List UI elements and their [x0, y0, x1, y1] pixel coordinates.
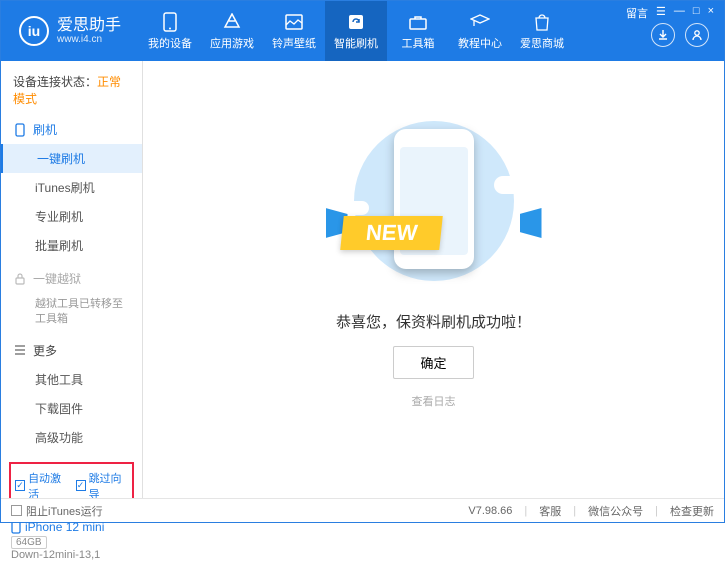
- new-badge: NEW: [340, 216, 443, 250]
- block-itunes-label: 阻止iTunes运行: [26, 503, 103, 519]
- customer-service-link[interactable]: 客服: [539, 503, 561, 519]
- content-area: NEW 恭喜您，保资料刷机成功啦！ 确定 查看日志: [143, 61, 724, 499]
- tutorial-icon: [470, 12, 490, 32]
- header-action-buttons: [651, 23, 709, 47]
- pin-button[interactable]: ☰: [656, 5, 666, 21]
- jailbreak-head[interactable]: 一键越狱: [1, 264, 142, 293]
- nav-tutorial[interactable]: 教程中心: [449, 1, 511, 61]
- success-illustration: NEW: [344, 111, 524, 291]
- jailbreak-note: 越狱工具已转移至工具箱: [1, 293, 142, 332]
- sidebar-item-download-firmware[interactable]: 下载固件: [1, 394, 142, 423]
- auto-activate-label: 自动激活: [28, 470, 67, 502]
- nav-label: 我的设备: [148, 35, 192, 51]
- sidebar: 设备连接状态：正常模式 刷机 一键刷机 iTunes刷机 专业刷机 批量刷机 一…: [1, 61, 143, 499]
- wechat-link[interactable]: 微信公众号: [588, 503, 643, 519]
- checkbox-icon: ✓: [76, 480, 86, 491]
- jailbreak-title: 一键越狱: [33, 270, 81, 287]
- main-area: 设备连接状态：正常模式 刷机 一键刷机 iTunes刷机 专业刷机 批量刷机 一…: [1, 61, 724, 499]
- flash-icon: [346, 12, 366, 32]
- main-nav: 我的设备 应用游戏 铃声壁纸 智能刷机 工具箱 教程中心 爱思商城: [139, 1, 573, 61]
- sidebar-item-advanced[interactable]: 高级功能: [1, 423, 142, 452]
- ok-button[interactable]: 确定: [393, 346, 473, 379]
- version-label: V7.98.66: [468, 505, 512, 517]
- device-file: Down-12mini-13,1: [11, 549, 132, 561]
- nav-toolbox[interactable]: 工具箱: [387, 1, 449, 61]
- check-update-link[interactable]: 检查更新: [670, 503, 714, 519]
- toolbox-icon: [408, 12, 428, 32]
- success-message: 恭喜您，保资料刷机成功啦！: [336, 311, 531, 332]
- device-storage: 64GB: [11, 536, 47, 549]
- skip-guide-label: 跳过向导: [89, 470, 128, 502]
- nav-smart-flash[interactable]: 智能刷机: [325, 1, 387, 61]
- flash-title: 刷机: [33, 121, 57, 138]
- nav-label: 铃声壁纸: [272, 35, 316, 51]
- nav-apps[interactable]: 应用游戏: [201, 1, 263, 61]
- lock-icon: [13, 272, 27, 286]
- nav-label: 工具箱: [402, 35, 435, 51]
- user-icon: [691, 29, 703, 41]
- auto-activate-checkbox[interactable]: ✓ 自动激活: [15, 470, 68, 502]
- nav-shop[interactable]: 爱思商城: [511, 1, 573, 61]
- apps-icon: [222, 12, 242, 32]
- status-label: 设备连接状态：: [13, 75, 97, 89]
- skip-guide-checkbox[interactable]: ✓ 跳过向导: [76, 470, 129, 502]
- checkbox-icon: ✓: [15, 480, 25, 491]
- more-head[interactable]: 更多: [1, 336, 142, 365]
- flash-section: 刷机 一键刷机 iTunes刷机 专业刷机 批量刷机: [1, 115, 142, 260]
- sidebar-item-itunes-flash[interactable]: iTunes刷机: [1, 173, 142, 202]
- feedback-button[interactable]: 留言: [626, 5, 648, 21]
- app-header: iu 爱思助手 www.i4.cn 我的设备 应用游戏 铃声壁纸 智能刷机 工具…: [1, 1, 724, 61]
- app-name: 爱思助手: [57, 17, 121, 35]
- list-icon: [13, 343, 27, 357]
- sidebar-item-other-tools[interactable]: 其他工具: [1, 365, 142, 394]
- window-controls: 留言 ☰ — □ ×: [622, 1, 718, 25]
- nav-label: 应用游戏: [210, 35, 254, 51]
- block-itunes-checkbox[interactable]: [11, 505, 22, 516]
- sidebar-item-batch-flash[interactable]: 批量刷机: [1, 231, 142, 260]
- flash-head[interactable]: 刷机: [1, 115, 142, 144]
- more-title: 更多: [33, 342, 57, 359]
- logo-icon: iu: [19, 16, 49, 46]
- nav-label: 智能刷机: [334, 35, 378, 51]
- user-button[interactable]: [685, 23, 709, 47]
- nav-label: 教程中心: [458, 35, 502, 51]
- nav-my-device[interactable]: 我的设备: [139, 1, 201, 61]
- minimize-button[interactable]: —: [674, 5, 685, 21]
- connection-status: 设备连接状态：正常模式: [1, 69, 142, 115]
- logo: iu 爱思助手 www.i4.cn: [1, 16, 139, 46]
- phone-small-icon: [13, 123, 27, 137]
- nav-label: 爱思商城: [520, 35, 564, 51]
- sidebar-item-oneclick-flash[interactable]: 一键刷机: [1, 144, 142, 173]
- shop-icon: [532, 12, 552, 32]
- view-log-link[interactable]: 查看日志: [412, 393, 456, 409]
- jailbreak-section: 一键越狱 越狱工具已转移至工具箱: [1, 264, 142, 332]
- download-button[interactable]: [651, 23, 675, 47]
- wallpaper-icon: [284, 12, 304, 32]
- sidebar-item-pro-flash[interactable]: 专业刷机: [1, 202, 142, 231]
- app-url: www.i4.cn: [57, 34, 121, 45]
- nav-ringtone[interactable]: 铃声壁纸: [263, 1, 325, 61]
- close-button[interactable]: ×: [708, 5, 714, 21]
- more-section: 更多 其他工具 下载固件 高级功能: [1, 336, 142, 452]
- status-bar: 阻止iTunes运行 V7.98.66 | 客服 | 微信公众号 | 检查更新: [1, 498, 724, 522]
- phone-icon: [160, 12, 180, 32]
- maximize-button[interactable]: □: [693, 5, 700, 21]
- download-icon: [657, 29, 669, 41]
